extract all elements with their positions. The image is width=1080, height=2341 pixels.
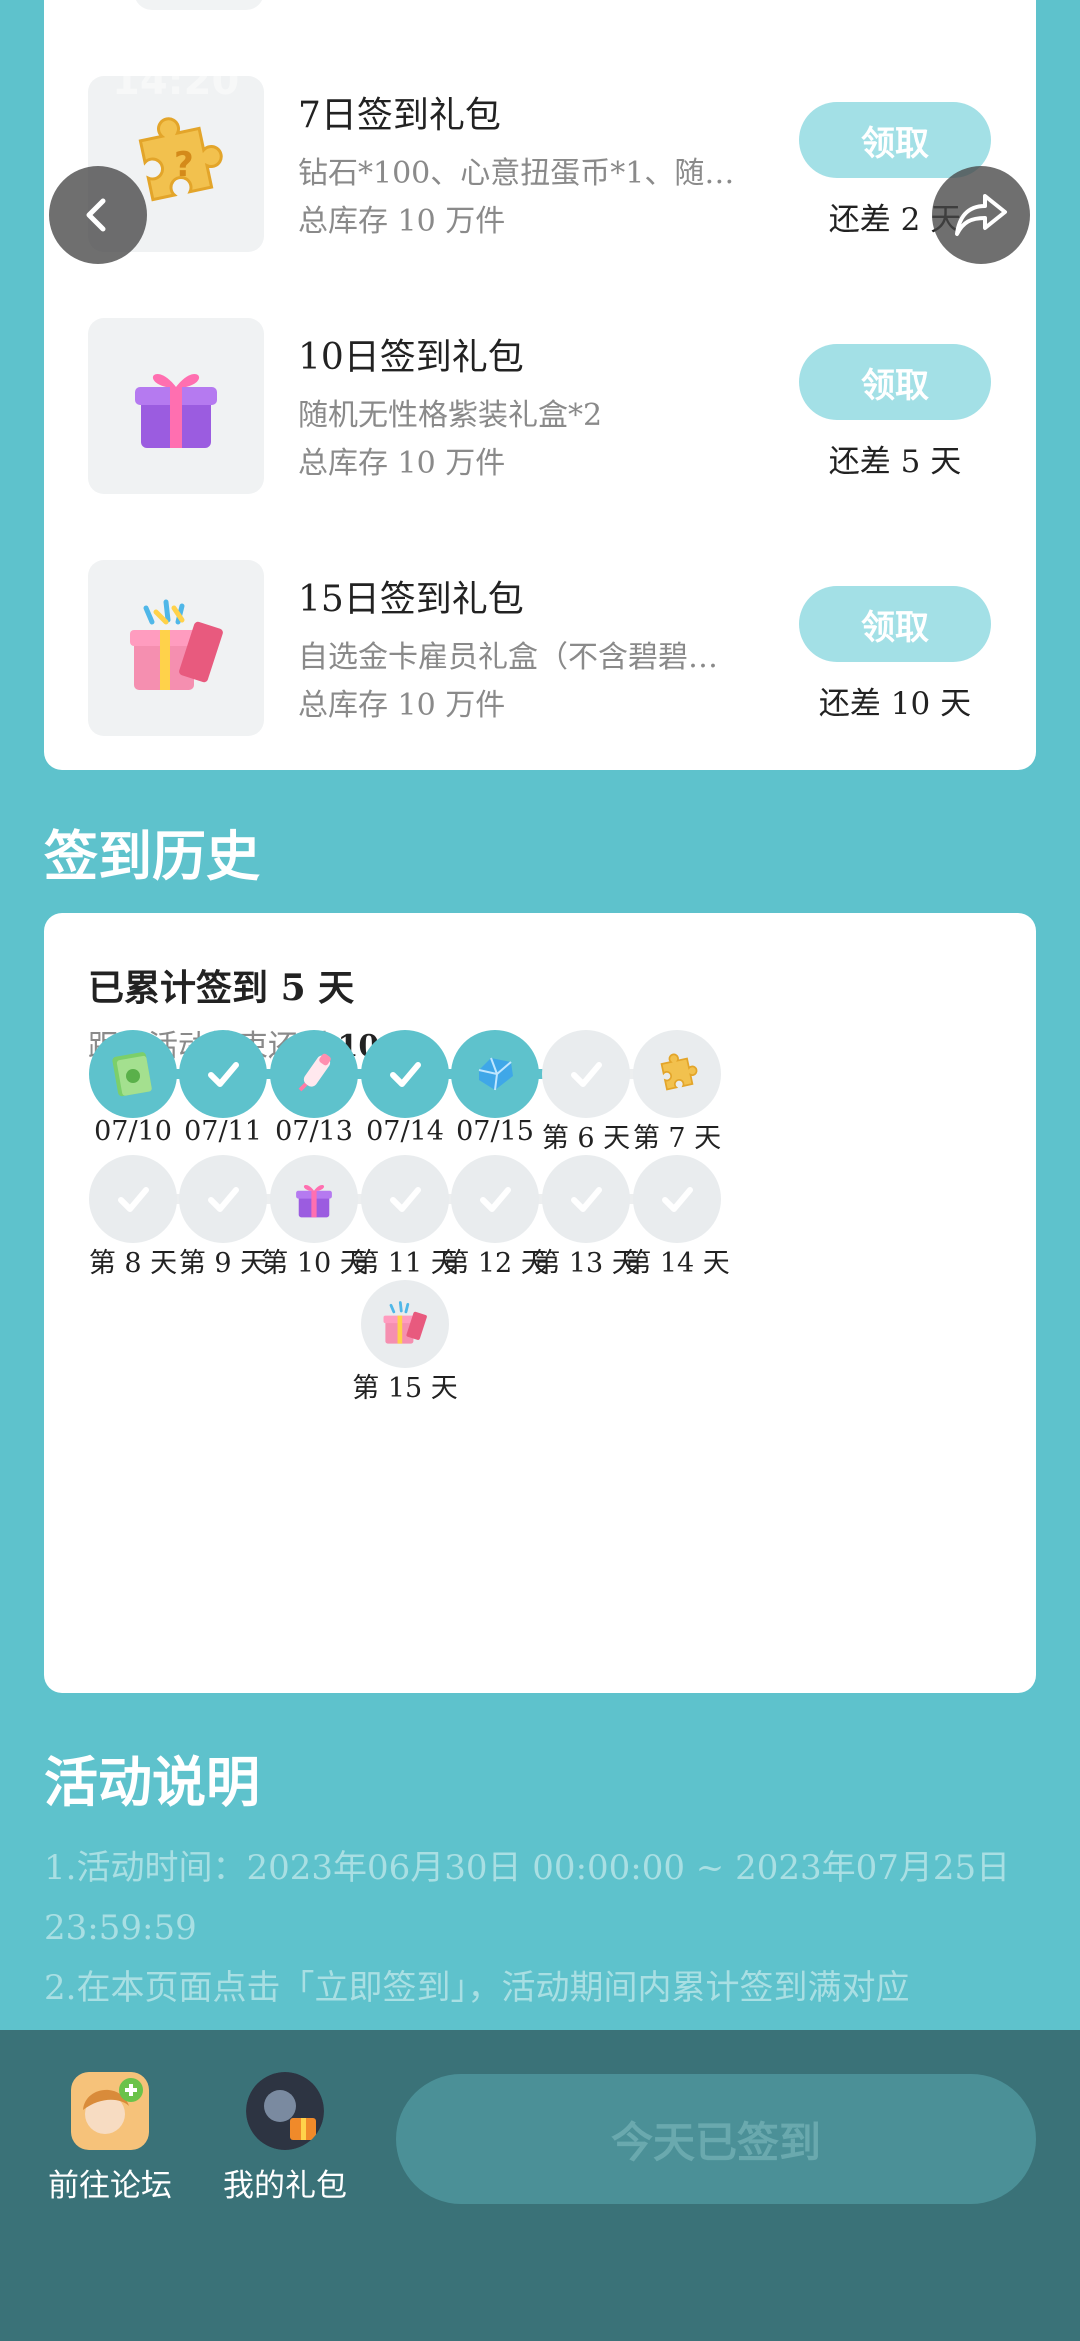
check-icon: [203, 1054, 243, 1094]
my-gifts-avatar-icon: [246, 2072, 324, 2150]
check-icon: [203, 1179, 243, 1219]
check-icon: [385, 1179, 425, 1219]
gift-stock: 总库存 10 万件: [298, 446, 506, 481]
rules-section-title: 活动说明: [44, 1751, 260, 1814]
forum-label: 前往论坛: [48, 2168, 172, 2204]
rule-line-2: 2.在本页面点击「立即签到」，活动期间内累计签到满对应: [44, 1968, 910, 2008]
history-section-title: 签到历史: [44, 825, 260, 888]
gift-title: 10日签到礼包: [298, 337, 524, 378]
my-gifts-label: 我的礼包: [223, 2168, 347, 2204]
claim-button[interactable]: 领取: [799, 102, 991, 178]
day-node: [270, 1155, 358, 1243]
bottle-icon: [286, 1046, 342, 1102]
share-button[interactable]: [932, 166, 1030, 264]
diamond-icon: [467, 1046, 523, 1102]
gift-stock: 总库存 10 万件: [298, 688, 506, 723]
chevron-left-icon: [86, 198, 106, 232]
my-gifts-link[interactable]: 我的礼包: [205, 2072, 365, 2205]
status-bar-time: 14:20: [112, 58, 240, 104]
gift-row-15-day: 15日签到礼包 自选金卡雇员礼盒（不含碧碧… 总库存 10 万件 领取 还差 1…: [44, 560, 1036, 740]
day-node: [270, 1030, 358, 1118]
purple-gift-box-icon: [290, 1175, 338, 1223]
day-node: [633, 1155, 721, 1243]
rule-line-1: 1.活动时间：2023年06月30日 00:00:00 ~ 2023年07月25…: [44, 1848, 1011, 1948]
check-icon: [113, 1179, 153, 1219]
gift-description: 自选金卡雇员礼盒（不含碧碧…: [298, 640, 718, 675]
gift-description: 钻石*100、心意扭蛋币*1、随机…: [298, 156, 758, 191]
gift-row-10-day: 10日签到礼包 随机无性格紫装礼盒*2 总库存 10 万件 领取 还差 5 天: [44, 318, 1036, 498]
claim-button[interactable]: 领取: [799, 586, 991, 662]
rules-text: 1.活动时间：2023年06月30日 00:00:00 ~ 2023年07月25…: [44, 1838, 1044, 2018]
check-icon: [566, 1054, 606, 1094]
check-icon: [566, 1179, 606, 1219]
bottom-action-bar: 前往论坛 我的礼包 今天已签到: [0, 2030, 1080, 2341]
day-label: 第 7 天: [632, 1123, 722, 1154]
signed-today-button[interactable]: 今天已签到: [396, 2074, 1036, 2204]
day-node: [451, 1155, 539, 1243]
heading-prefix: 已累计签到: [88, 968, 269, 1009]
history-card: 已累计签到 5 天 距离活动结束还剩 10 天 07/1007/1107/130…: [44, 913, 1036, 1693]
gift-title: 7日签到礼包: [298, 95, 501, 136]
day-node: [633, 1030, 721, 1118]
back-button[interactable]: [49, 166, 147, 264]
check-icon: [475, 1179, 515, 1219]
cash-icon: [105, 1046, 161, 1102]
day-node: [179, 1155, 267, 1243]
day-label: 第 14 天: [624, 1248, 730, 1279]
puzzle-piece-icon: [651, 1048, 703, 1100]
day-node: [89, 1155, 177, 1243]
share-arrow-icon: [955, 194, 1007, 236]
days-remaining: 还差 5 天: [828, 444, 962, 480]
day-node: [361, 1030, 449, 1118]
claim-button[interactable]: 领取: [799, 344, 991, 420]
day-node: [89, 1030, 177, 1118]
day-node: [361, 1280, 449, 1368]
heading-count: 5: [280, 967, 306, 1009]
gift-list-card: ? 7日签到礼包 钻石*100、心意扭蛋币*1、随机… 总库存 10 万件 领取…: [44, 0, 1036, 770]
forum-game-icon: [71, 2072, 149, 2150]
heading-suffix: 天: [318, 968, 355, 1009]
day-label: 第 15 天: [352, 1373, 458, 1404]
gift-stock: 总库存 10 万件: [298, 204, 506, 239]
check-icon: [657, 1179, 697, 1219]
svg-text:?: ?: [174, 145, 194, 185]
pink-gift-box-icon: [88, 560, 264, 736]
day-node: [179, 1030, 267, 1118]
day-node: [542, 1030, 630, 1118]
day-node: [542, 1155, 630, 1243]
previous-gift-thumb-stub: [134, 0, 264, 10]
pink-gift-box-icon: [377, 1296, 433, 1352]
gift-title: 15日签到礼包: [298, 579, 524, 620]
check-icon: [385, 1054, 425, 1094]
day-node: [451, 1030, 539, 1118]
purple-gift-box-icon: [88, 318, 264, 494]
cumulative-days-heading: 已累计签到 5 天: [88, 959, 354, 1011]
day-node: [361, 1155, 449, 1243]
days-remaining: 还差 10 天: [818, 686, 972, 722]
gift-description: 随机无性格紫装礼盒*2: [298, 398, 603, 433]
forum-link[interactable]: 前往论坛: [30, 2072, 190, 2205]
